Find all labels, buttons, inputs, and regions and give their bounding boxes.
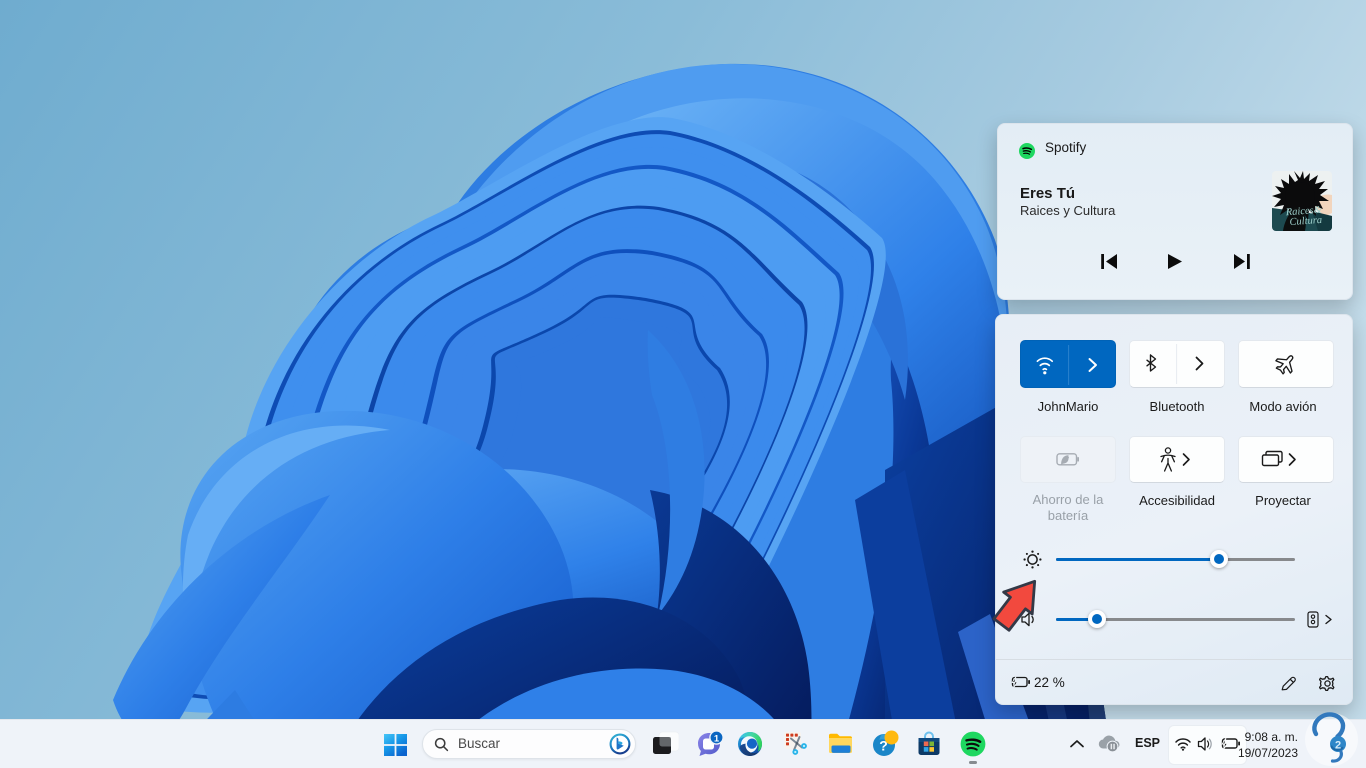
svg-text:1: 1 [714,733,720,744]
svg-text:Cultura: Cultura [1289,215,1322,228]
svg-text:2: 2 [1335,740,1341,752]
